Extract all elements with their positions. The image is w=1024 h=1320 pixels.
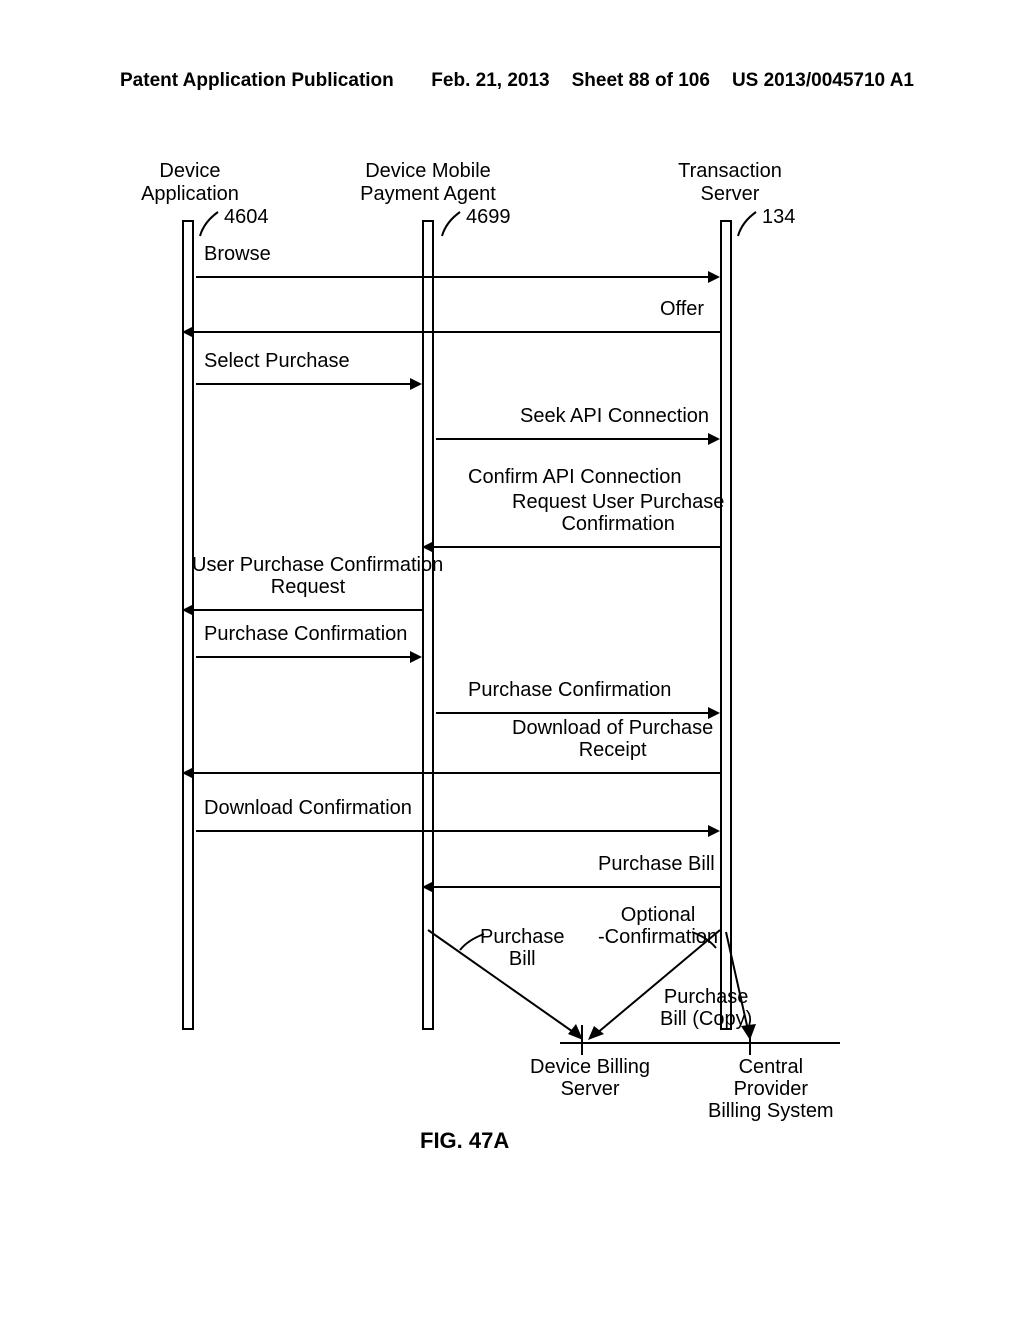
arrow-right-icon [196,268,720,286]
lifeline-label-transaction-server: Transaction Server [650,160,810,206]
arrow-right-icon [436,430,720,448]
leader-line-icon [690,930,720,955]
lifeline-label-payment-agent: Device Mobile Payment Agent [338,160,518,206]
header-pubno: US 2013/0045710 A1 [732,70,914,92]
message-user-purchase-conf-request: User Purchase Confirmation Request [192,554,424,599]
ref-mark-icon [734,208,760,238]
lifeline-transaction-server [720,220,732,1030]
message-request-user-confirmation: Request User Purchase Confirmation [512,491,724,536]
arrow-left-icon [422,538,720,556]
ref-4604: 4604 [224,206,269,229]
arrow-left-icon [422,878,720,896]
sequence-diagram: Device Application Device Mobile Payment… [120,150,910,1180]
message-browse: Browse [204,243,271,265]
ref-134: 134 [762,206,795,229]
leader-line-icon [458,932,488,957]
lifeline-device-application [182,220,194,1030]
arrow-left-icon [182,764,720,782]
message-purchase-confirmation-2: Purchase Confirmation [468,679,671,701]
arrow-right-icon [196,375,422,393]
lifeline-payment-agent [422,220,434,1030]
message-seek-api: Seek API Connection [520,405,709,427]
page-header: Patent Application Publication Feb. 21, … [0,70,1024,92]
header-title: Patent Application Publication [120,70,394,92]
ref-4699: 4699 [466,206,511,229]
message-confirm-api: Confirm API Connection [468,466,681,488]
arrow-left-icon [182,323,720,341]
message-select-purchase: Select Purchase [204,350,350,372]
arrow-left-icon [182,601,422,619]
header-sheet: Sheet 88 of 106 [572,70,710,92]
figure-label: FIG. 47A [420,1128,509,1154]
arrow-diag-icon [428,930,588,1055]
node-device-billing-server: Device Billing Server [530,1056,650,1100]
ref-mark-icon [438,208,464,238]
lifeline-label-device-application: Device Application [120,160,260,206]
ref-mark-icon [196,208,222,238]
arrow-diag-icon [726,932,766,1047]
arrow-right-icon [196,648,422,666]
message-offer: Offer [660,298,704,320]
header-date: Feb. 21, 2013 [431,70,549,92]
arrow-right-icon [196,822,720,840]
message-purchase-bill: Purchase Bill [598,853,715,875]
message-download-receipt: Download of Purchase Receipt [512,717,713,762]
message-download-confirmation: Download Confirmation [204,797,412,819]
message-purchase-confirmation-1: Purchase Confirmation [204,623,407,645]
node-central-provider-billing-system: Central Provider Billing System [708,1056,834,1122]
